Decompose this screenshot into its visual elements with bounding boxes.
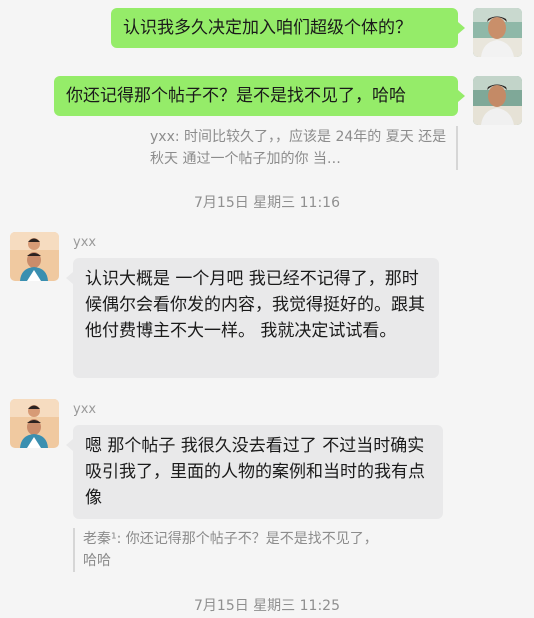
sender-name: yxx bbox=[73, 402, 97, 417]
bubble-tail bbox=[66, 439, 73, 451]
quote-text: 老秦¹: 你还记得那个帖子不？是不是找不见了，哈哈 bbox=[83, 531, 378, 569]
timestamp: 7月15日 星期三 11:25 bbox=[194, 598, 340, 614]
message-incoming: yxx 嗯 那个帖子 我很久没去看过了 不过当时确实吸引我了，里面的人物的案例和… bbox=[0, 0, 534, 600]
quoted-reply[interactable]: 老秦¹: 你还记得那个帖子不？是不是找不见了，哈哈 bbox=[73, 528, 383, 572]
contact-avatar[interactable] bbox=[10, 399, 59, 448]
message-bubble[interactable]: 嗯 那个帖子 我很久没去看过了 不过当时确实吸引我了，里面的人物的案例和当时的我… bbox=[73, 425, 443, 519]
message-text: 嗯 那个帖子 我很久没去看过了 不过当时确实吸引我了，里面的人物的案例和当时的我… bbox=[85, 436, 425, 508]
